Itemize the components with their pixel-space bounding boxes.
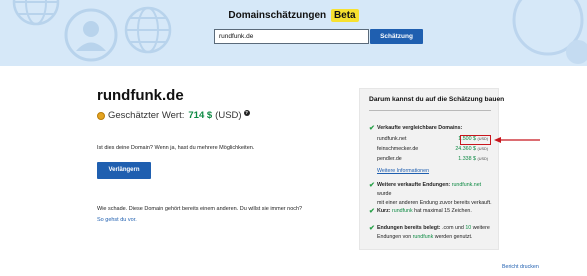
sale-row: pendler.de 1.338 $ (USD) xyxy=(377,156,488,164)
coin-icon xyxy=(97,111,105,120)
arrow-left-icon xyxy=(494,137,540,143)
estimate-value: 714 $ xyxy=(188,110,213,121)
check-icon: ✔ xyxy=(369,208,375,215)
check-icon: ✔ xyxy=(369,225,375,232)
page-title: Domainschätzungen Beta xyxy=(0,9,587,22)
check-icon: ✔ xyxy=(369,125,375,132)
endings-line2: mit einer anderen Endung zuvor bereits v… xyxy=(377,199,492,206)
owner-question-text: Ist dies deine Domain? Wenn ja, hast du … xyxy=(97,145,255,151)
sale-price-unit: (USD) xyxy=(477,147,488,151)
sale-price: 1.338 $ (USD) xyxy=(458,156,488,162)
sale-name: pendler.de xyxy=(377,156,402,162)
page-title-text: Domainschätzungen xyxy=(228,10,327,21)
how-to-link[interactable]: So gehst du vor. xyxy=(97,217,137,223)
taken-endings-prefix: Endungen bereits belegt: xyxy=(377,225,441,231)
taken-endings-line2-a: Endungen von xyxy=(377,233,412,240)
sale-row: feinschmecker.de 24.360 $ (USD) xyxy=(377,146,488,154)
endings-text: Weitere verkaufte Endungen: rundfunk.net… xyxy=(377,181,495,207)
taken-endings-text-a: .com und xyxy=(442,225,464,231)
endings-prefix: Weitere verkaufte Endungen: xyxy=(377,182,451,188)
estimated-value-row: Geschätzter Wert: 714 $ (USD) ? xyxy=(97,110,250,121)
extend-button[interactable]: Verlängern xyxy=(97,162,151,179)
domain-heading: rundfunk.de xyxy=(97,87,184,104)
short-text: Kurz: rundfunk hat maximal 15 Zeichen. xyxy=(377,207,472,216)
taken-endings-count: 10 xyxy=(465,225,472,231)
short-suffix: hat maximal 15 Zeichen. xyxy=(414,208,472,214)
beta-badge: Beta xyxy=(330,9,359,22)
short-highlight: rundfunk xyxy=(392,208,413,214)
short-prefix: Kurz: xyxy=(377,208,391,214)
estimate-currency: (USD) xyxy=(215,110,242,121)
panel-divider xyxy=(369,110,491,111)
print-report-link[interactable]: Bericht drucken xyxy=(502,264,539,270)
sale-name: rundfunk.net xyxy=(377,136,407,142)
info-icon[interactable]: ? xyxy=(243,110,250,116)
taken-endings-text: Endungen bereits belegt: .com und 10 wei… xyxy=(377,224,495,242)
header-banner: Domainschätzungen Beta rundfunk.de Schät… xyxy=(0,0,587,66)
domain-taken-text: Wie schade. Diese Domain gehört bereits … xyxy=(97,206,303,212)
domain-search-input[interactable]: rundfunk.de xyxy=(214,29,369,44)
more-info-link[interactable]: Weitere Informationen xyxy=(377,168,429,174)
sale-price-value: 1.338 $ xyxy=(458,156,476,162)
sale-price-unit: (USD) xyxy=(477,157,488,161)
endings-highlight: rundfunk.net xyxy=(451,182,482,188)
estimate-button[interactable]: Schätzung xyxy=(370,29,423,44)
estimate-label: Geschätzter Wert: xyxy=(108,110,185,121)
taken-endings-text-b: weitere xyxy=(472,225,490,231)
sale-name: feinschmecker.de xyxy=(377,146,419,152)
comparable-title-text: Verkaufte vergleichbare Domains: xyxy=(377,125,463,131)
check-icon: ✔ xyxy=(369,182,375,189)
comparable-title: Verkaufte vergleichbare Domains: xyxy=(377,124,462,133)
taken-endings-line2-b: werden genutzt. xyxy=(434,233,473,240)
panel-title: Darum kannst du auf die Schätzung bauen xyxy=(369,96,505,103)
taken-endings-highlight: rundfunk xyxy=(412,233,434,240)
endings-suffix: wurde xyxy=(377,190,392,197)
sale-price: 24.360 $ (USD) xyxy=(455,146,488,152)
sale-price-value: 24.360 $ xyxy=(455,146,476,152)
highlight-box xyxy=(460,135,491,145)
